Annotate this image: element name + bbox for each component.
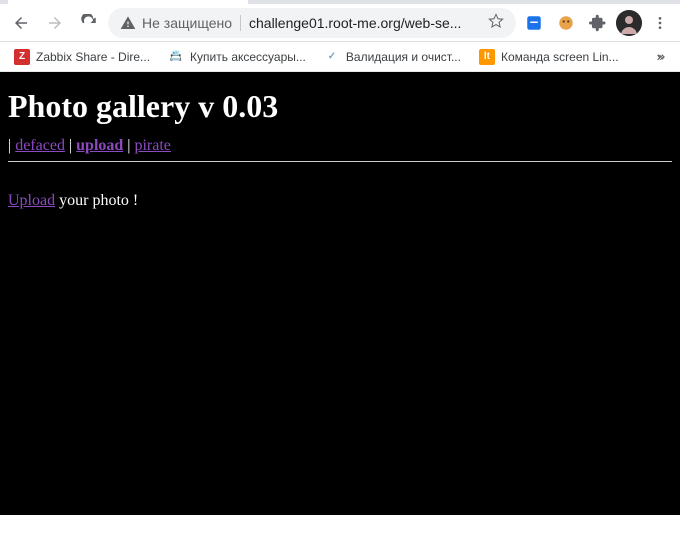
bookmark-label: Валидация и очист...: [346, 50, 461, 64]
extension-icon-1[interactable]: [520, 9, 548, 37]
page-body: Upload your photo !: [8, 192, 672, 210]
tab-strip: challenge01.root-me.org/web-se: [0, 0, 680, 4]
nav-link-pirate[interactable]: pirate: [134, 137, 170, 154]
upload-link[interactable]: Upload: [8, 192, 55, 209]
bookmark-favicon: lt: [479, 49, 495, 65]
bookmark-label: Купить аксессуары...: [190, 50, 306, 64]
url-text: challenge01.root-me.org/web-se...: [249, 15, 480, 31]
bookmark-item[interactable]: Z Zabbix Share - Dire...: [6, 45, 158, 69]
browser-tab[interactable]: challenge01.root-me.org/web-se: [8, 0, 248, 4]
bookmarks-bar: Z Zabbix Share - Dire... 📇 Купить аксессуар…: [0, 42, 680, 72]
bookmark-label: Команда screen Lin...: [501, 50, 619, 64]
avatar[interactable]: [616, 10, 642, 36]
new-tab-button[interactable]: [254, 0, 282, 2]
back-button[interactable]: [6, 8, 36, 38]
bookmark-label: Zabbix Share - Dire...: [36, 50, 150, 64]
reload-button[interactable]: [74, 8, 104, 38]
body-text: your photo !: [55, 192, 138, 209]
toolbar: Не защищено challenge01.root-me.org/web-…: [0, 4, 680, 42]
security-label: Не защищено: [142, 15, 232, 31]
extension-icon-2[interactable]: [552, 9, 580, 37]
bookmark-item[interactable]: ✓ Валидация и очист...: [316, 45, 469, 69]
page-content: Photo gallery v 0.03 | defaced | upload …: [0, 72, 680, 515]
nav-link-upload[interactable]: upload: [76, 137, 123, 154]
bookmark-item[interactable]: 📇 Купить аксессуары...: [160, 45, 314, 69]
bookmarks-overflow-button[interactable]: »: [646, 43, 674, 71]
menu-button[interactable]: [646, 9, 674, 37]
forward-button[interactable]: [40, 8, 70, 38]
bookmark-star-icon[interactable]: [488, 13, 504, 32]
page-heading: Photo gallery v 0.03: [8, 88, 672, 125]
security-chip[interactable]: Не защищено: [120, 15, 232, 31]
divider: [240, 15, 241, 31]
bookmark-favicon: Z: [14, 49, 30, 65]
bookmark-favicon: 📇: [168, 49, 184, 65]
page-nav: | defaced | upload | pirate: [8, 137, 672, 155]
bookmark-item[interactable]: lt Команда screen Lin...: [471, 45, 627, 69]
omnibox[interactable]: Не защищено challenge01.root-me.org/web-…: [108, 8, 516, 38]
horizontal-rule: [8, 161, 672, 162]
nav-link-defaced[interactable]: defaced: [15, 137, 65, 154]
extensions-button[interactable]: [584, 9, 612, 37]
bookmark-favicon: ✓: [324, 49, 340, 65]
